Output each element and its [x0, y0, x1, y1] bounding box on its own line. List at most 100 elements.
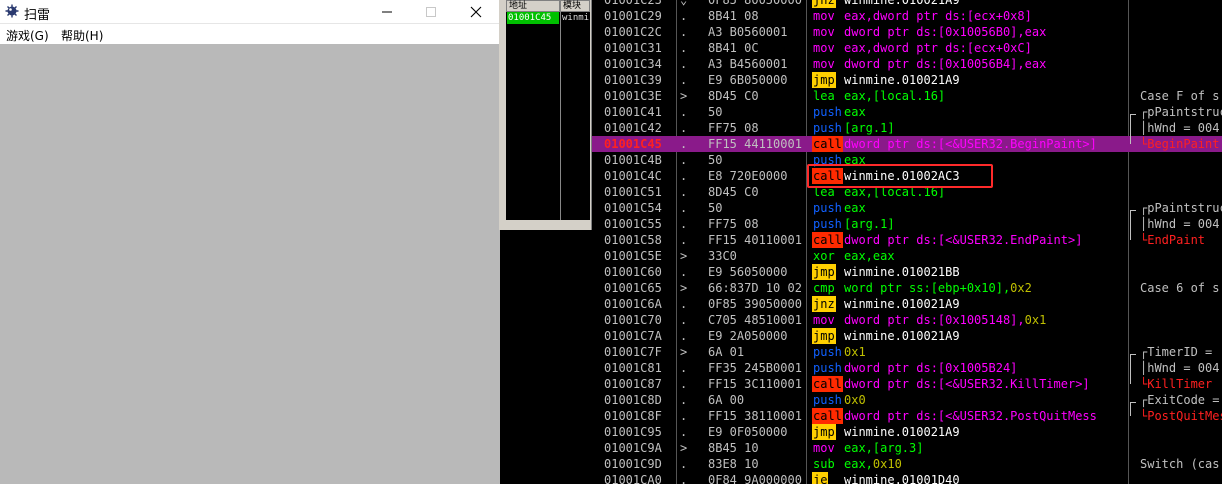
disasm-row[interactable]: 01001C9A >8B45 10 mov eax,[arg.3] — [592, 440, 1222, 456]
jump-marker: . — [680, 265, 688, 279]
address-cell: 01001C9D — [604, 457, 662, 471]
title-bar[interactable]: 扫雷 — [0, 0, 500, 24]
jump-marker: . — [680, 329, 688, 343]
menu-help[interactable]: 帮助(H) — [61, 27, 103, 44]
minimize-button[interactable] — [378, 3, 396, 21]
jump-marker: . — [680, 233, 688, 247]
memory-list[interactable]: 地址 模块 01001C45 winmi — [506, 0, 590, 220]
disasm-row[interactable]: 01001C39. E9 6B050000 jmp winmine.010021A9 — [592, 72, 1222, 88]
operand-part: 0x0 — [844, 393, 866, 407]
operand-part: eax — [844, 201, 866, 215]
disasm-row[interactable]: 01001C34. A3 B4560001 mov dword ptr ds:[0x1… — [592, 56, 1222, 72]
column-divider — [560, 12, 561, 220]
operand: eax,0x10 — [844, 456, 902, 472]
disasm-row[interactable]: 01001C45. FF15 44110001 call dword ptr ds:[… — [592, 136, 1222, 152]
disasm-row[interactable]: 01001C2C. A3 B0560001 mov dword ptr ds:[0x1… — [592, 24, 1222, 40]
disasm-row[interactable]: 01001C87. FF15 3C110001 call dword ptr ds:[… — [592, 376, 1222, 392]
jump-marker: . — [680, 105, 688, 119]
disasm-row[interactable]: 01001C42. FF75 08 push [arg.1] │hWnd = 004 — [592, 120, 1222, 136]
disasm-row[interactable]: 01001C41. 50 push eax ┌pPaintstruc — [592, 104, 1222, 120]
hex-bytes: 50 — [708, 201, 723, 215]
disasm-row[interactable]: 01001C23 ⌄ 0F85 80050000 jnz winmine.010021A… — [592, 0, 1222, 8]
menu-game[interactable]: 游戏(G) — [6, 27, 49, 44]
operand-part: winmine.01001D40 — [844, 473, 960, 484]
col-header-module[interactable]: 模块 — [560, 0, 590, 12]
address-cell: 01001C6A — [604, 297, 662, 311]
jump-marker: > — [680, 441, 688, 455]
maximize-button[interactable] — [422, 3, 440, 21]
mnemonic: jmp — [812, 328, 836, 344]
close-button[interactable] — [467, 3, 485, 21]
disasm-row[interactable]: 01001C8F. FF15 38110001 call dword ptr ds:[… — [592, 408, 1222, 424]
operand-part: winmine.010021A9 — [844, 297, 960, 311]
mnemonic: push — [813, 393, 842, 407]
disasm-row[interactable]: 01001C7A. E9 2A050000 jmp winmine.010021A9 — [592, 328, 1222, 344]
hex-bytes: 50 — [708, 105, 723, 119]
mnemonic: push — [813, 201, 842, 215]
hex-bytes: FF75 08 — [708, 217, 759, 231]
operand-part: dword ptr ds:[0x10056B4],eax — [844, 57, 1047, 71]
address-cell: 01001C51 — [604, 185, 662, 199]
operand-part: dword ptr ds:[0x10056B0],eax — [844, 25, 1047, 39]
hex-bytes: 66:837D 10 02 — [708, 281, 802, 295]
comment: Case F of s — [1140, 89, 1220, 103]
disasm-row[interactable]: 01001C5E >33C0 xor eax,eax — [592, 248, 1222, 264]
disasm-row[interactable]: 01001C9D. 83E8 10 sub eax,0x10 Switch (cas — [592, 456, 1222, 472]
operand: winmine.010021A9 — [844, 296, 960, 312]
comment: Case 6 of s — [1140, 281, 1220, 295]
minimize-icon — [382, 11, 392, 13]
disasm-row[interactable]: 01001C60. E9 56050000 jmp winmine.010021BB — [592, 264, 1222, 280]
address-cell: 01001C45 — [604, 137, 662, 151]
disasm-row[interactable]: 01001C65 >66:837D 10 02 cmp word ptr ss:[eb… — [592, 280, 1222, 296]
operand: winmine.010021A9 — [844, 328, 960, 344]
maximize-icon — [426, 7, 436, 17]
jump-marker: . — [680, 121, 688, 135]
disasm-row[interactable]: 01001C6A. 0F85 39050000 jnz winmine.010021A… — [592, 296, 1222, 312]
disasm-row[interactable]: 01001C54. 50 push eax ┌pPaintstruc — [592, 200, 1222, 216]
hex-bytes: FF15 40110001 — [708, 233, 802, 247]
disasm-row[interactable]: 01001C8D. 6A 00 push 0x0 ┌ExitCode = — [592, 392, 1222, 408]
address-cell: 01001C87 — [604, 377, 662, 391]
disassembly-pane[interactable]: 01001C23 ⌄ 0F85 80050000 jnz winmine.010021A… — [592, 0, 1222, 484]
selected-address[interactable]: 01001C45 — [507, 12, 559, 24]
hex-bytes: E9 6B050000 — [708, 73, 788, 87]
minesweeper-window: 扫雷 游戏(G) 帮助(H) — [0, 0, 500, 484]
mnemonic: sub — [813, 457, 835, 471]
jump-marker: . — [680, 393, 688, 407]
jump-marker: . — [680, 153, 688, 167]
mnemonic: push — [813, 121, 842, 135]
operand: dword ptr ds:[0x1005148],0x1 — [844, 312, 1046, 328]
disasm-row[interactable]: 01001C7F >6A 01 push 0x1 ┌TimerID = — [592, 344, 1222, 360]
disasm-row[interactable]: 01001CA0. 0F84 9A000000 je winmine.01001D40 — [592, 472, 1222, 484]
col-header-address[interactable]: 地址 — [506, 0, 560, 12]
disasm-row[interactable]: 01001C29. 8B41 08 mov eax,dword ptr ds:[ecx… — [592, 8, 1222, 24]
disasm-row[interactable]: 01001C31. 8B41 0C mov eax,dword ptr ds:[ecx… — [592, 40, 1222, 56]
disasm-row[interactable]: 01001C3E >8D45 C0 lea eax,[local.16] Case F … — [592, 88, 1222, 104]
operand: eax,[local.16] — [844, 88, 945, 104]
address-cell: 01001C23 — [604, 0, 662, 7]
disasm-row[interactable]: 01001C70. C705 48510001 mov dword ptr ds:[0… — [592, 312, 1222, 328]
jump-marker: . — [680, 313, 688, 327]
disasm-row[interactable]: 01001C58. FF15 40110001 call dword ptr ds:[… — [592, 232, 1222, 248]
hex-bytes: FF75 08 — [708, 121, 759, 135]
operand-part: dword ptr ds:[<&USER32.KillTimer>] — [844, 377, 1090, 391]
operand-part: dword ptr ds:[0x1005148], — [844, 313, 1025, 327]
operand: eax,[arg.3] — [844, 440, 923, 456]
mnemonic: jmp — [812, 72, 836, 88]
jump-marker: . — [680, 57, 688, 71]
disasm-row[interactable]: 01001C55. FF75 08 push [arg.1] │hWnd = 004 — [592, 216, 1222, 232]
operand-part: winmine.010021A9 — [844, 329, 960, 343]
address-cell: 01001C4B — [604, 153, 662, 167]
mnemonic: mov — [813, 313, 835, 327]
mnemonic: mov — [813, 9, 835, 23]
comment: └KillTimer — [1140, 377, 1213, 391]
module-cell: winmi — [562, 13, 590, 23]
mnemonic: cmp — [813, 281, 835, 295]
comment: │hWnd = 004 — [1140, 217, 1220, 231]
mnemonic: jnz — [812, 296, 836, 312]
mnemonic: mov — [813, 57, 835, 71]
disasm-row[interactable]: 01001C81. FF35 245B0001 push dword ptr ds:[… — [592, 360, 1222, 376]
disasm-row[interactable]: 01001C95. E9 0F050000 jmp winmine.010021A9 — [592, 424, 1222, 440]
comment: ┌ExitCode = — [1140, 393, 1220, 407]
hex-bytes: 8D45 C0 — [708, 185, 759, 199]
